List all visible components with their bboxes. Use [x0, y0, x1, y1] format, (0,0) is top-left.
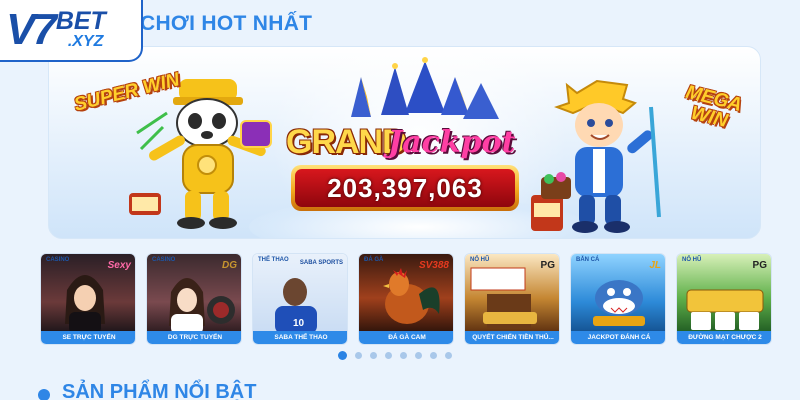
game-card[interactable]: 10 THỂ THAO SABA SPORTS SABA THỂ THAO: [252, 253, 348, 345]
game-title: SABA THỂ THAO: [253, 331, 347, 344]
logo-tld-text: .XYZ: [67, 32, 104, 50]
game-card[interactable]: CASINO Sexy SE TRỰC TUYẾN: [40, 253, 136, 345]
game-category: ĐÁ GÀ: [364, 257, 384, 263]
pagination-dot[interactable]: [415, 352, 422, 359]
pagination-dot[interactable]: [338, 351, 347, 360]
logo-bet-text: BET: [55, 6, 106, 35]
game-card[interactable]: NỔ HŨ PG QUYẾT CHIẾN TIỀN THỦ...: [464, 253, 560, 345]
grand-jackpot-title: GRAND Jackpot: [286, 123, 526, 163]
game-brand-logo: JL: [649, 260, 661, 271]
logo-mark: V7: [6, 5, 57, 54]
game-title: QUYẾT CHIẾN TIỀN THỦ...: [465, 331, 559, 344]
section-bullet-icon: [38, 389, 50, 400]
game-brand-logo: Sexy: [107, 260, 131, 271]
game-brand-logo: SV388: [418, 260, 449, 271]
game-category: CASINO: [152, 257, 176, 263]
game-cards-row: CASINO Sexy SE TRỰC TUYẾN CASINO DG DG T…: [40, 253, 772, 345]
game-title: JACKPOT ĐÁNH CÁ: [571, 331, 665, 344]
game-title: SE TRỰC TUYẾN: [41, 331, 135, 344]
jackpot-value: 203,397,063: [327, 172, 483, 203]
jackpot-counter: 203,397,063: [291, 165, 519, 211]
jackpot-text: Jackpot: [388, 125, 516, 160]
pagination-dot[interactable]: [445, 352, 452, 359]
blond-boy-character-illustration: [531, 79, 661, 233]
carousel-pagination: [338, 351, 452, 360]
pagination-dot[interactable]: [370, 352, 377, 359]
game-card[interactable]: ĐÁ GÀ SV388 ĐÁ GÀ CAM: [358, 253, 454, 345]
game-category: NỔ HŨ: [682, 257, 702, 263]
game-brand-logo: PG: [752, 260, 767, 271]
pagination-dot[interactable]: [355, 352, 362, 359]
game-card[interactable]: CASINO DG DG TRỰC TUYẾN: [146, 253, 242, 345]
jackpot-banner[interactable]: SUPER WIN MEGA WIN GRAND Jackpot 203,397…: [48, 46, 761, 239]
pagination-dot[interactable]: [400, 352, 407, 359]
hot-games-title: CHƠI HOT NHẤT: [140, 12, 313, 35]
game-title: DG TRỰC TUYẾN: [147, 331, 241, 344]
game-brand-logo: PG: [540, 260, 555, 271]
site-logo[interactable]: V7 BET .XYZ: [0, 0, 143, 62]
game-card[interactable]: BẮN CÁ JL JACKPOT ĐÁNH CÁ: [570, 253, 666, 345]
game-category: NỔ HŨ: [470, 257, 490, 263]
game-category: THỂ THAO: [258, 257, 289, 263]
featured-products-title: SẢN PHẨM NỔI BẬT: [62, 381, 257, 400]
game-title: ĐƯỜNG MẠT CHƯỢC 2: [677, 331, 771, 344]
pagination-dot[interactable]: [430, 352, 437, 359]
game-brand-logo: SABA SPORTS: [299, 260, 343, 266]
game-card-artwork: 10: [253, 254, 347, 334]
pagination-dot[interactable]: [385, 352, 392, 359]
game-category: BẮN CÁ: [576, 257, 600, 263]
game-title: ĐÁ GÀ CAM: [359, 331, 453, 344]
football-player-illustration: 10: [275, 278, 317, 334]
game-card[interactable]: NỔ HŨ PG ĐƯỜNG MẠT CHƯỢC 2: [676, 253, 772, 345]
game-brand-logo: DG: [222, 260, 237, 271]
svg-text:10: 10: [293, 318, 305, 329]
game-category: CASINO: [46, 257, 70, 263]
